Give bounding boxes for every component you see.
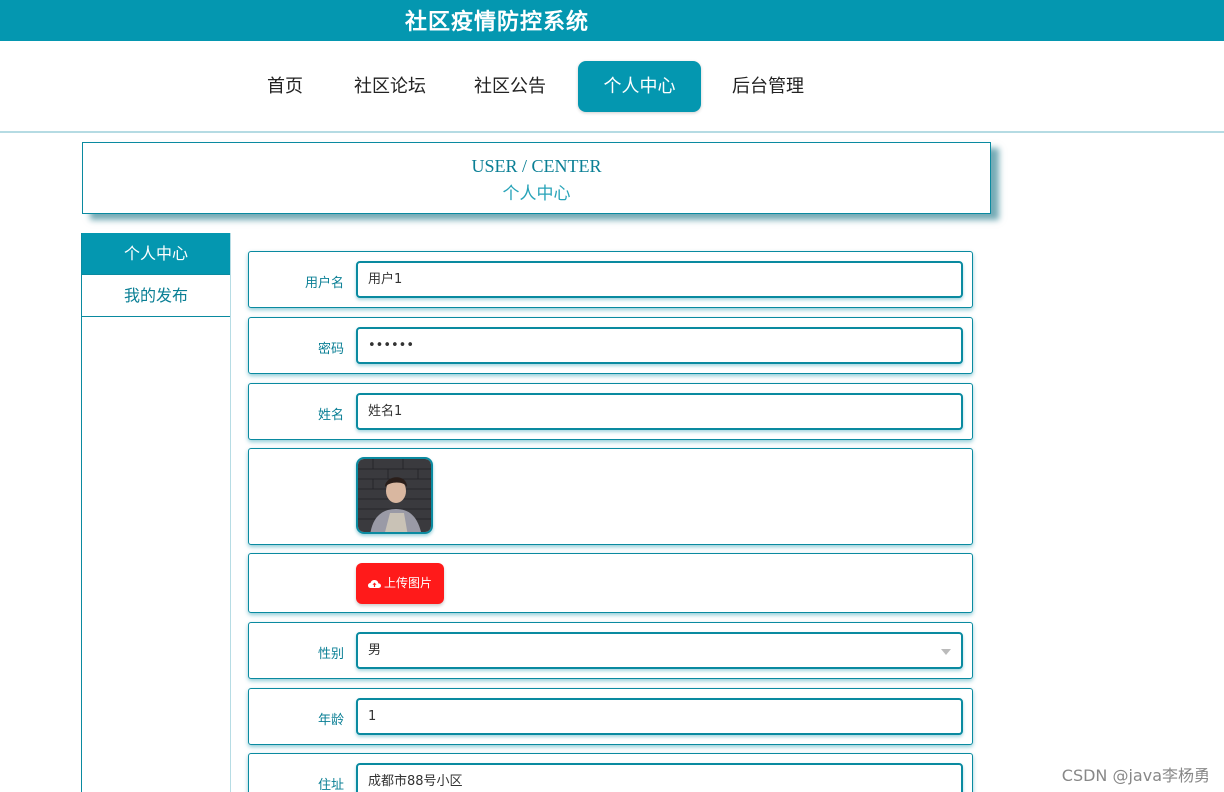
- cloud-upload-icon: [367, 579, 381, 588]
- form-row-address: 住址 成都市88号小区: [248, 753, 973, 792]
- nav-item-home[interactable]: 首页: [258, 61, 312, 112]
- avatar-image: [358, 459, 431, 532]
- password-input[interactable]: ••••••: [356, 327, 963, 364]
- page-heading-english: USER / CENTER: [471, 156, 602, 176]
- gender-select[interactable]: 男: [356, 632, 963, 669]
- gender-label: 性别: [317, 647, 344, 662]
- avatar: [356, 457, 433, 534]
- chevron-down-icon: [941, 649, 951, 655]
- password-label: 密码: [317, 342, 344, 357]
- username-input[interactable]: 用户1: [356, 261, 963, 298]
- age-input[interactable]: 1: [356, 698, 963, 735]
- nav-item-user-center[interactable]: 个人中心: [578, 61, 701, 112]
- form-row-username: 用户名 用户1: [248, 251, 973, 308]
- upload-image-label: 上传图片: [383, 576, 432, 590]
- form-row-age: 年龄 1: [248, 688, 973, 745]
- age-label: 年龄: [317, 713, 344, 728]
- gender-select-value: 男: [368, 643, 382, 658]
- form-row-upload: 上传图片: [248, 553, 973, 613]
- name-input[interactable]: 姓名1: [356, 393, 963, 430]
- page-heading-chinese: 个人中心: [502, 184, 571, 204]
- username-label: 用户名: [304, 276, 344, 291]
- form-row-name: 姓名 姓名1: [248, 383, 973, 440]
- nav-item-notice[interactable]: 社区公告: [465, 61, 555, 112]
- top-banner: 社区疫情防控系统: [0, 0, 1224, 41]
- form-row-avatar: [248, 448, 973, 545]
- form-row-gender: 性别 男: [248, 622, 973, 679]
- watermark: CSDN @java李杨勇: [1061, 766, 1210, 785]
- address-input[interactable]: 成都市88号小区: [356, 763, 963, 792]
- site-title: 社区疫情防控系统: [405, 10, 590, 35]
- sidebar-item-user-center[interactable]: 个人中心: [82, 233, 230, 275]
- nav-item-forum[interactable]: 社区论坛: [345, 61, 435, 112]
- page-heading: USER / CENTER 个人中心: [82, 142, 991, 214]
- address-label: 住址: [317, 778, 344, 792]
- nav-item-admin[interactable]: 后台管理: [723, 61, 813, 112]
- sidebar-item-my-posts[interactable]: 我的发布: [82, 275, 230, 317]
- form-row-password: 密码 ••••••: [248, 317, 973, 374]
- upload-image-button[interactable]: 上传图片: [356, 563, 444, 604]
- sidebar: 个人中心 我的发布: [81, 233, 231, 792]
- name-label: 姓名: [317, 408, 344, 423]
- main-nav: 首页 社区论坛 社区公告 个人中心 后台管理: [0, 41, 1224, 133]
